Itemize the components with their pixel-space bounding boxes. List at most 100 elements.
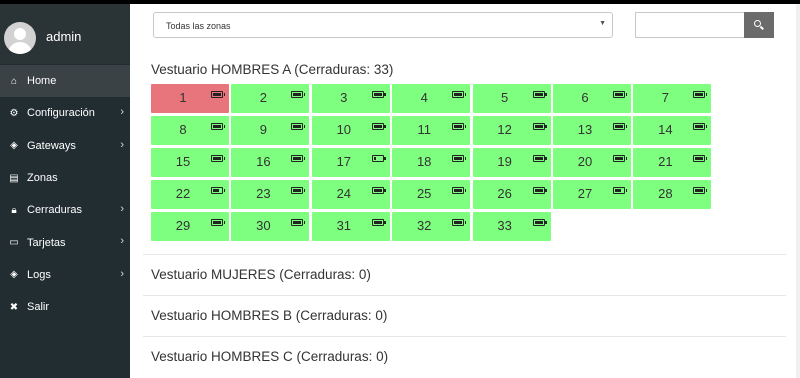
- sidebar-item-label: Zonas: [27, 172, 58, 185]
- lock-number: 25: [416, 186, 432, 201]
- lock-number: 7: [661, 90, 669, 105]
- lock-cell[interactable]: 19: [472, 148, 551, 177]
- lock-cell[interactable]: 2: [231, 84, 310, 113]
- zone-divider: [143, 295, 786, 296]
- sidebar-item-tarjetas[interactable]: ▭ Tarjetas ›: [0, 226, 130, 258]
- lock-cell[interactable]: 32: [392, 212, 471, 241]
- lock-cell[interactable]: 24: [311, 180, 390, 209]
- battery-icon: [693, 91, 708, 98]
- zone-title: Vestuario HOMBRES A (Cerraduras: 33): [151, 62, 394, 77]
- battery-icon: [532, 187, 547, 194]
- sidebar-item-label: Logs: [27, 268, 51, 281]
- sidebar-item-zonas[interactable]: ▤ Zonas: [0, 162, 130, 194]
- battery-icon: [371, 123, 386, 130]
- battery-icon: [693, 123, 708, 130]
- lock-cell[interactable]: 3: [311, 84, 390, 113]
- lock-number: 32: [416, 218, 432, 233]
- sidebar-item-configuracin[interactable]: ⚙ Configuración ›: [0, 97, 130, 129]
- battery-icon: [211, 123, 225, 130]
- lock-cell[interactable]: 7: [633, 84, 712, 113]
- lock-cell[interactable]: 6: [553, 84, 631, 113]
- sidebar-item-label: Salir: [27, 301, 50, 314]
- battery-icon: [291, 123, 306, 130]
- search-input[interactable]: [635, 12, 745, 38]
- sidebar-item-label: Gateways: [27, 139, 76, 152]
- lock-number: 27: [577, 186, 593, 201]
- zone-select[interactable]: Todas las zonas ▼: [153, 12, 613, 38]
- caret-down-icon: ▼: [599, 20, 606, 27]
- zone-title: Vestuario MUJERES (Cerraduras: 0): [151, 267, 371, 282]
- lock-number: 29: [175, 218, 191, 233]
- scrollbar[interactable]: [796, 4, 800, 378]
- username: admin: [46, 29, 82, 44]
- battery-icon: [532, 123, 547, 130]
- lock-cell[interactable]: 14: [633, 116, 712, 145]
- lock-cell[interactable]: 12: [472, 116, 551, 145]
- battery-icon: [371, 219, 386, 226]
- lock-number: 20: [577, 154, 593, 169]
- sidebar-menu: ⌂ Home ⚙ Configuración › ◈ Gateways › ▤ Zonas 🔒︎ Ce…: [0, 65, 130, 323]
- lock-cell[interactable]: 1: [151, 84, 229, 113]
- search-icon: [754, 20, 764, 30]
- battery-icon: [613, 155, 627, 162]
- user-panel: admin: [0, 4, 130, 64]
- battery-icon: [452, 155, 467, 162]
- lock-cell[interactable]: 5: [472, 84, 551, 113]
- sidebar-item-home[interactable]: ⌂ Home: [0, 65, 130, 98]
- lock-number: 23: [256, 186, 271, 201]
- zone-title: Vestuario HOMBRES B (Cerraduras: 0): [151, 308, 388, 323]
- lock-cell[interactable]: 20: [553, 148, 631, 177]
- lock-cell[interactable]: 4: [392, 84, 471, 113]
- lock-number: 30: [256, 218, 271, 233]
- lock-cell[interactable]: 30: [231, 212, 310, 241]
- lock-cell[interactable]: 15: [151, 148, 229, 177]
- lock-cell[interactable]: 23: [231, 180, 310, 209]
- sidebar-item-gateways[interactable]: ◈ Gateways ›: [0, 130, 130, 162]
- battery-icon: [693, 187, 708, 194]
- battery-icon: [693, 155, 708, 162]
- lock-number: 31: [336, 218, 352, 233]
- lock-cell[interactable]: 31: [311, 212, 390, 241]
- lock-number: 8: [179, 122, 187, 137]
- lock-cell[interactable]: 28: [633, 180, 712, 209]
- lock-cell[interactable]: 29: [151, 212, 229, 241]
- lock-number: 16: [256, 154, 271, 169]
- lock-cell[interactable]: 27: [553, 180, 631, 209]
- lock-cell[interactable]: 9: [231, 116, 310, 145]
- chevron-right-icon: ›: [120, 235, 124, 248]
- logs-icon: ◈: [10, 269, 18, 281]
- sidebar-item-label: Cerraduras: [27, 204, 83, 217]
- lock-cell[interactable]: 17: [311, 148, 390, 177]
- main-content: Todas las zonas ▼ Vestuario HOMBRES A (C…: [130, 4, 800, 378]
- lock-number: 15: [175, 154, 191, 169]
- battery-icon: [211, 155, 225, 162]
- lock-number: 12: [497, 122, 512, 137]
- lock-cell[interactable]: 33: [472, 212, 551, 241]
- battery-icon: [452, 91, 467, 98]
- lock-cell[interactable]: 11: [392, 116, 471, 145]
- lock-cell[interactable]: 25: [392, 180, 471, 209]
- lock-number: 3: [340, 90, 348, 105]
- sidebar-item-salir[interactable]: ✖ Salir: [0, 291, 130, 323]
- lock-number: 17: [336, 154, 352, 169]
- lock-number: 9: [259, 122, 267, 137]
- lock-cell[interactable]: 8: [151, 116, 229, 145]
- lock-cell[interactable]: 21: [633, 148, 712, 177]
- zone-divider: [143, 254, 786, 255]
- lock-cell[interactable]: 10: [311, 116, 390, 145]
- sidebar-item-cerraduras[interactable]: 🔒︎ Cerraduras ›: [0, 194, 130, 226]
- lock-cell[interactable]: 26: [472, 180, 551, 209]
- lock-number: 14: [658, 122, 673, 137]
- lock-cell[interactable]: 18: [392, 148, 471, 177]
- battery-icon: [291, 187, 306, 194]
- lock-cell[interactable]: 13: [553, 116, 631, 145]
- lock-cell[interactable]: 22: [151, 180, 229, 209]
- lock-number: 28: [658, 186, 673, 201]
- sidebar-item-logs[interactable]: ◈ Logs ›: [0, 259, 130, 291]
- lock-cell[interactable]: 16: [231, 148, 310, 177]
- battery-icon: [371, 155, 386, 162]
- battery-icon: [371, 91, 386, 98]
- search-button[interactable]: [744, 12, 774, 38]
- battery-icon: [452, 187, 467, 194]
- lock-number: 19: [497, 154, 512, 169]
